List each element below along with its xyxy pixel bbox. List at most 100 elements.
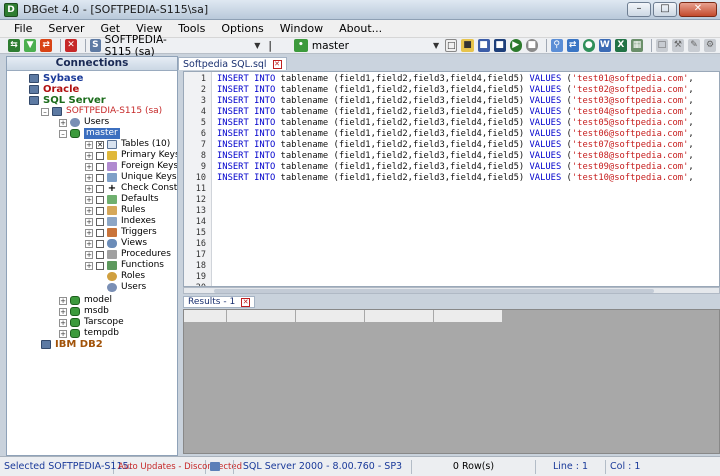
checkbox[interactable] xyxy=(96,173,104,182)
results-grid[interactable] xyxy=(183,309,720,454)
expand-icon[interactable]: + xyxy=(59,307,67,316)
expand-icon[interactable]: + xyxy=(85,140,93,149)
checkbox[interactable] xyxy=(96,228,104,237)
save-icon[interactable]: ■ xyxy=(477,39,490,52)
search-icon[interactable]: ⚲ xyxy=(550,39,563,52)
code-line[interactable]: INSERT INTO tablename (field1,field2,fie… xyxy=(217,151,694,162)
tab-softpedia-sql[interactable]: Softpedia SQL.sql ✕ xyxy=(178,57,287,70)
tree-node-foreign-keys[interactable]: + Foreign Keys xyxy=(85,161,177,172)
tab-results-1[interactable]: Results - 1 ✕ xyxy=(183,296,256,308)
open-folder-icon[interactable]: ■ xyxy=(461,39,474,52)
tree-node-check-constraints[interactable]: + + Check Constrai xyxy=(85,183,177,194)
remove-server-icon[interactable]: ✕ xyxy=(65,39,78,52)
code-line[interactable]: INSERT INTO tablename (field1,field2,fie… xyxy=(217,96,694,107)
tree-node-db-tarscope[interactable]: + Tarscope xyxy=(59,317,124,328)
copy-icon[interactable]: □ xyxy=(655,39,668,52)
collapse-icon[interactable]: – xyxy=(59,129,67,138)
menu-options[interactable]: Options xyxy=(213,22,271,35)
tree-node-ibmdb2[interactable]: IBM DB2 xyxy=(41,339,103,350)
expand-icon[interactable]: ▼ xyxy=(24,39,37,52)
expand-icon[interactable]: + xyxy=(85,195,93,204)
scrollbar-thumb[interactable] xyxy=(214,289,654,293)
tree-node-users[interactable]: Users xyxy=(107,282,146,293)
sql-editor[interactable]: 1234567891011121314151617181920 INSERT I… xyxy=(183,71,720,287)
expand-icon[interactable]: + xyxy=(59,329,67,338)
database-combo[interactable]: • master ▼ xyxy=(293,39,439,53)
tree-node-sqlserver[interactable]: SQL Server xyxy=(29,95,106,106)
checkbox[interactable] xyxy=(96,162,104,171)
checkbox[interactable] xyxy=(96,250,104,259)
maximize-button[interactable]: □ xyxy=(653,2,677,17)
word-export-icon[interactable]: W xyxy=(598,39,611,52)
expand-icon[interactable]: + xyxy=(85,261,93,270)
code-line[interactable]: INSERT INTO tablename (field1,field2,fie… xyxy=(217,140,694,151)
tree-node-sybase[interactable]: Sybase xyxy=(29,73,83,84)
collapse-icon[interactable]: – xyxy=(41,107,49,116)
tree-node-tables[interactable]: + ✕ Tables (10) xyxy=(85,139,170,150)
grid-header-cell[interactable] xyxy=(434,310,503,323)
tree-node-unique-keys[interactable]: + Unique Keys xyxy=(85,172,177,183)
close-tab-icon[interactable]: ✕ xyxy=(272,59,282,69)
stop-icon[interactable]: ■ xyxy=(525,39,538,52)
tree-node-db-master[interactable]: – master xyxy=(59,128,120,139)
close-button[interactable]: ✕ xyxy=(679,2,717,17)
close-tab-icon[interactable]: ✕ xyxy=(241,297,251,307)
code-line[interactable]: INSERT INTO tablename (field1,field2,fie… xyxy=(217,129,694,140)
expand-icon[interactable]: + xyxy=(85,151,93,160)
code-line[interactable]: INSERT INTO tablename (field1,field2,fie… xyxy=(217,107,694,118)
disconnect-icon[interactable]: ⇄ xyxy=(40,39,53,52)
code-line[interactable]: INSERT INTO tablename (field1,field2,fie… xyxy=(217,118,694,129)
tree-node-db-tempdb[interactable]: + tempdb xyxy=(59,328,119,339)
connect-db-icon[interactable]: ⇄ xyxy=(566,39,579,52)
server-combo[interactable]: S SOFTPEDIA-S115 (sa) ▼ | xyxy=(89,34,276,58)
minimize-button[interactable]: – xyxy=(627,2,651,17)
expand-icon[interactable]: + xyxy=(85,239,93,248)
tree-node-roles[interactable]: Roles xyxy=(107,271,145,282)
tree-node-users-root[interactable]: + Users xyxy=(59,117,109,128)
globe-icon[interactable]: ● xyxy=(582,39,595,52)
menu-file[interactable]: File xyxy=(6,22,40,35)
code-line[interactable]: INSERT INTO tablename (field1,field2,fie… xyxy=(217,74,694,85)
expand-icon[interactable]: + xyxy=(59,318,67,327)
checkbox[interactable] xyxy=(96,217,104,226)
tree-node-functions[interactable]: + Functions xyxy=(85,260,164,271)
expand-icon[interactable]: + xyxy=(85,228,93,237)
new-file-icon[interactable]: □ xyxy=(445,39,458,52)
code-line[interactable]: INSERT INTO tablename (field1,field2,fie… xyxy=(217,173,694,184)
menu-server[interactable]: Server xyxy=(40,22,92,35)
tree-node-procedures[interactable]: + Procedures xyxy=(85,249,171,260)
tree-node-db-msdb[interactable]: + msdb xyxy=(59,306,109,317)
wrench-icon[interactable]: ⚒ xyxy=(671,39,684,52)
tree-node-triggers[interactable]: + Triggers xyxy=(85,227,157,238)
tree-node-primary-keys[interactable]: + Primary Keys xyxy=(85,150,177,161)
tools-icon[interactable]: ⚙ xyxy=(704,39,717,52)
expand-icon[interactable]: + xyxy=(85,217,93,226)
tree-node-rules[interactable]: + Rules xyxy=(85,205,145,216)
checkbox[interactable]: ✕ xyxy=(96,140,104,149)
connect-icon[interactable]: ⇆ xyxy=(8,39,21,52)
grid-header-cell[interactable] xyxy=(365,310,434,323)
grid-header-cell[interactable] xyxy=(227,310,296,323)
tree-node-views[interactable]: + Views xyxy=(85,238,147,249)
expand-icon[interactable]: + xyxy=(85,250,93,259)
grid-header-cell[interactable] xyxy=(184,310,227,323)
checkbox[interactable] xyxy=(96,184,104,193)
expand-icon[interactable]: + xyxy=(85,184,93,193)
expand-icon[interactable]: + xyxy=(85,162,93,171)
checkbox[interactable] xyxy=(96,206,104,215)
checkbox[interactable] xyxy=(96,261,104,270)
checkbox[interactable] xyxy=(96,195,104,204)
tree-node-server[interactable]: – SOFTPEDIA-S115 (sa) xyxy=(41,106,162,117)
edit-icon[interactable]: ✎ xyxy=(687,39,701,52)
expand-icon[interactable]: + xyxy=(59,296,67,305)
expand-icon[interactable]: + xyxy=(59,118,67,127)
run-icon[interactable]: ▶ xyxy=(509,39,522,52)
save-all-icon[interactable]: ■ xyxy=(493,39,506,52)
checkbox[interactable] xyxy=(96,239,104,248)
tree-node-indexes[interactable]: + Indexes xyxy=(85,216,156,227)
code-line[interactable]: INSERT INTO tablename (field1,field2,fie… xyxy=(217,162,694,173)
excel-export-icon[interactable]: X xyxy=(614,39,627,52)
checkbox[interactable] xyxy=(96,151,104,160)
editor-horizontal-scrollbar[interactable] xyxy=(183,287,720,294)
tree-node-defaults[interactable]: + Defaults xyxy=(85,194,159,205)
